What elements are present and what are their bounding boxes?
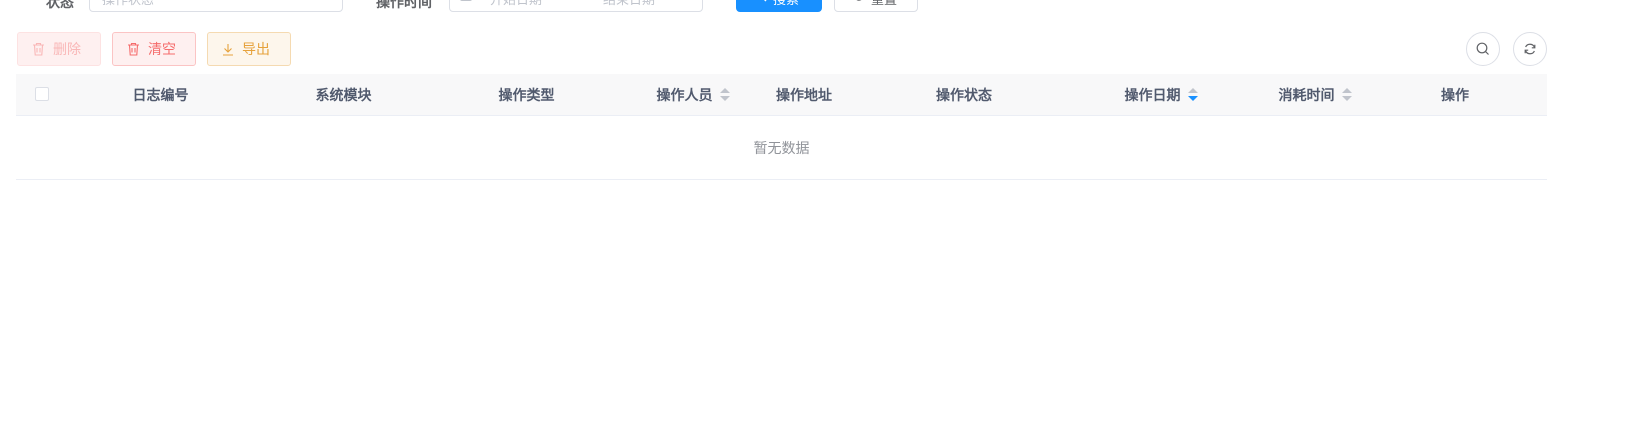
search-button[interactable]: 搜索 — [736, 0, 822, 12]
status-select[interactable]: 操作状态 — [89, 0, 343, 12]
delete-button[interactable]: 删除 — [17, 32, 101, 66]
clear-button[interactable]: 清空 — [112, 32, 196, 66]
column-header-module: 系统模块 — [252, 74, 435, 115]
calendar-icon — [460, 0, 472, 1]
column-header-duration[interactable]: 消耗时间 — [1240, 74, 1390, 115]
export-button-label: 导出 — [242, 42, 270, 58]
delete-button-label: 删除 — [53, 42, 81, 58]
trash-icon — [33, 42, 44, 56]
column-header-actions: 操作 — [1380, 74, 1530, 115]
status-label: 状态 — [46, 0, 74, 11]
column-label: 操作类型 — [498, 87, 555, 104]
column-header-address: 操作地址 — [719, 74, 889, 115]
status-placeholder: 操作状态 — [102, 0, 155, 8]
column-header-status: 操作状态 — [889, 74, 1039, 115]
export-button[interactable]: 导出 — [207, 32, 291, 66]
trash-icon — [128, 42, 139, 56]
refresh-button[interactable] — [1513, 32, 1547, 66]
search-icon — [764, 0, 767, 2]
refresh-icon — [856, 0, 862, 1]
date-separator: - — [587, 0, 592, 4]
sort-icon[interactable] — [1341, 87, 1352, 103]
column-label: 操作状态 — [936, 87, 992, 104]
time-label: 操作时间 — [376, 0, 432, 11]
table-body: 暂无数据 — [16, 116, 1547, 180]
column-label: 操作地址 — [776, 87, 832, 104]
reset-button-label: 重置 — [871, 0, 898, 8]
download-icon — [223, 43, 233, 56]
column-label: 消耗时间 — [1278, 87, 1335, 104]
search-icon — [1476, 42, 1489, 55]
column-label: 系统模块 — [315, 87, 372, 104]
empty-text: 暂无数据 — [753, 141, 810, 157]
start-date-input[interactable]: 开始日期 — [490, 0, 542, 8]
column-label: 日志编号 — [132, 87, 189, 104]
end-date-input[interactable]: 结束日期 — [603, 0, 655, 8]
reset-button[interactable]: 重置 — [834, 0, 918, 12]
toggle-search-button[interactable] — [1466, 32, 1500, 66]
sort-icon[interactable] — [1187, 87, 1198, 103]
search-form: 状态 操作状态 操作时间 开始日期 - 结束日期 搜索 重置 — [0, 0, 1629, 20]
clear-button-label: 清空 — [148, 42, 176, 58]
refresh-icon — [1524, 43, 1536, 55]
column-header-operation-type: 操作类型 — [435, 74, 618, 115]
date-range-picker[interactable]: 开始日期 - 结束日期 — [449, 0, 703, 12]
select-all-checkbox[interactable] — [35, 87, 49, 101]
column-label: 操作 — [1441, 87, 1469, 104]
table-header: 日志编号 系统模块 操作类型 操作人员 操作地址 操作状态 操作日期 消耗时间 … — [16, 74, 1547, 116]
search-button-label: 搜索 — [773, 0, 800, 8]
column-label: 操作日期 — [1124, 87, 1181, 104]
column-label: 操作人员 — [656, 87, 713, 104]
column-header-operation-date[interactable]: 操作日期 — [1086, 74, 1236, 115]
column-header-log-id: 日志编号 — [69, 74, 252, 115]
